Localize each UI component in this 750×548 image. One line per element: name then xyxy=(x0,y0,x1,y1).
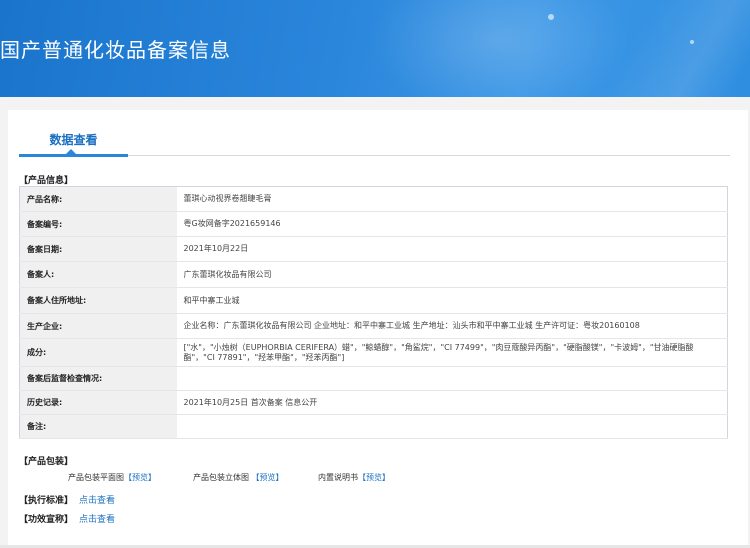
packaging-title: 【产品包装】 xyxy=(19,457,74,467)
preview-link[interactable]: 【预览】 xyxy=(252,473,284,482)
product-info-table: 产品名称: 蕾琪心动视界卷翘睫毛膏 备案编号: 粤G妆网备字2021659146… xyxy=(19,186,728,439)
table-row: 历史记录: 2021年10月25日 首次备案 信息公开 xyxy=(19,390,728,415)
packaging-item: 产品包装立体图 【预览】 xyxy=(193,472,284,483)
header-banner: 国产普通化妆品备案信息 xyxy=(0,0,750,97)
row-value: 2021年10月22日 xyxy=(176,236,728,262)
table-row: 备案后监督检查情况: xyxy=(19,366,728,391)
row-key: 历史记录: xyxy=(19,390,177,415)
preview-link[interactable]: 【预览】 xyxy=(358,473,390,482)
table-row: 备案编号: 粤G妆网备字2021659146 xyxy=(19,211,728,237)
table-row: 产品名称: 蕾琪心动视界卷翘睫毛膏 xyxy=(19,186,728,212)
packaging-item-label: 内置说明书 xyxy=(318,473,358,482)
row-value xyxy=(176,414,728,439)
row-value: 企业名称：广东蕾琪化妆品有限公司 企业地址：和平中寨工业城 生产地址：汕头市和平… xyxy=(176,313,728,339)
row-value xyxy=(176,366,728,391)
banner-dot xyxy=(548,14,554,20)
row-value: 广东蕾琪化妆品有限公司 xyxy=(176,261,728,288)
standard-section: 【执行标准】 点击查看 xyxy=(19,493,115,506)
table-row: 生产企业: 企业名称：广东蕾琪化妆品有限公司 企业地址：和平中寨工业城 生产地址… xyxy=(19,313,728,339)
row-key: 备案编号: xyxy=(19,211,177,237)
row-value: 蕾琪心动视界卷翘睫毛膏 xyxy=(176,186,728,212)
packaging-item-label: 产品包装立体图 xyxy=(193,473,249,482)
efficacy-section: 【功效宣称】 点击查看 xyxy=(19,512,115,525)
tab-data-view-label: 数据查看 xyxy=(49,133,98,147)
row-value: 和平中寨工业城 xyxy=(176,287,728,314)
tab-active-arrow-icon xyxy=(66,149,76,154)
packaging-item: 内置说明书【预览】 xyxy=(318,472,390,483)
table-row: 成分: ["水"，"小烛树（EUPHORBIA CERIFERA）蜡"，"鲸蜡醇… xyxy=(19,338,728,367)
tab-active-underline xyxy=(19,154,128,157)
row-value: 粤G妆网备字2021659146 xyxy=(176,211,728,237)
row-key: 成分: xyxy=(19,338,177,367)
row-key: 备案人: xyxy=(19,261,177,288)
efficacy-title: 【功效宣称】 xyxy=(19,515,74,525)
table-row: 备案人住所地址: 和平中寨工业城 xyxy=(19,287,728,314)
efficacy-view-link[interactable]: 点击查看 xyxy=(79,515,115,525)
page-title: 国产普通化妆品备案信息 xyxy=(0,38,231,62)
table-row: 备案日期: 2021年10月22日 xyxy=(19,236,728,262)
banner-dot xyxy=(690,40,694,44)
standard-view-link[interactable]: 点击查看 xyxy=(79,496,115,506)
packaging-item-label: 产品包装平面图 xyxy=(68,473,124,482)
table-row: 备案人: 广东蕾琪化妆品有限公司 xyxy=(19,261,728,288)
row-key: 备案人住所地址: xyxy=(19,287,177,314)
row-key: 备案日期: xyxy=(19,236,177,262)
standard-title: 【执行标准】 xyxy=(19,496,74,506)
banner-sheen xyxy=(580,0,750,97)
row-value: ["水"，"小烛树（EUPHORBIA CERIFERA）蜡"，"鲸蜡醇"，"角… xyxy=(176,338,728,367)
table-row: 备注: xyxy=(19,414,728,439)
row-key: 备案后监督检查情况: xyxy=(19,366,177,391)
product-info-title: 【产品信息】 xyxy=(19,176,74,186)
packaging-item: 产品包装平面图【预览】 xyxy=(68,472,156,483)
row-key: 生产企业: xyxy=(19,313,177,339)
row-key: 备注: xyxy=(19,414,177,439)
preview-link[interactable]: 【预览】 xyxy=(124,473,156,482)
row-key: 产品名称: xyxy=(19,186,177,212)
row-value: 2021年10月25日 首次备案 信息公开 xyxy=(176,390,728,415)
